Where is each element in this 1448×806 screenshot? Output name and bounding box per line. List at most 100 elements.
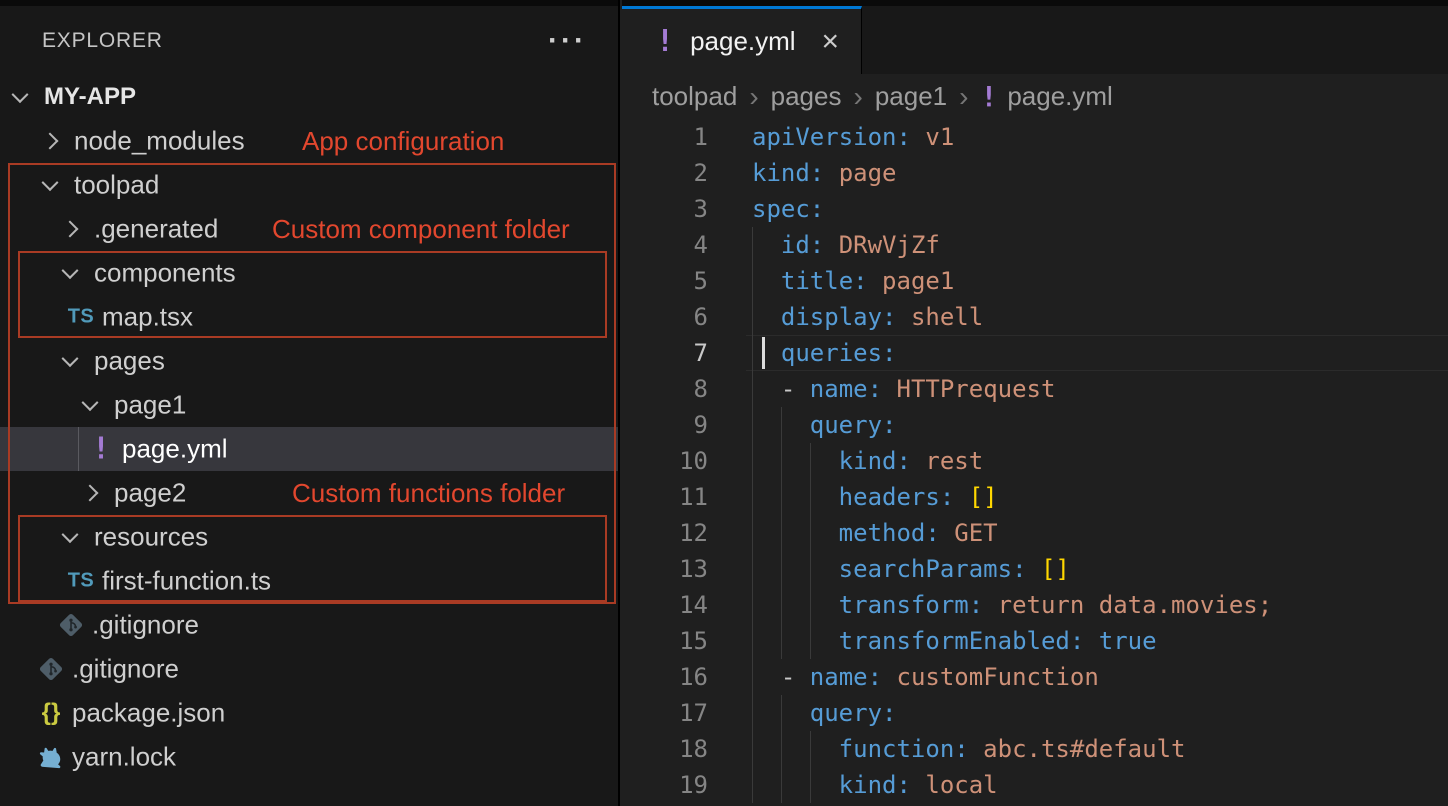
line-number-11: 11 [622, 479, 708, 515]
code-token: customFunction [897, 663, 1099, 691]
chevron-down-icon[interactable] [82, 394, 99, 411]
indent-guide [752, 227, 781, 263]
git-icon [36, 656, 66, 682]
code-token: display: [781, 303, 897, 331]
tree-item-package-json[interactable]: {}package.json [0, 691, 618, 735]
code-line-18[interactable]: function: abc.ts#default [752, 731, 1448, 767]
code-line-17[interactable]: query: [752, 695, 1448, 731]
close-icon[interactable]: × [821, 27, 839, 57]
tree-item-label: resources [94, 522, 208, 553]
indent-guide [752, 371, 781, 407]
code-token: local [925, 771, 997, 799]
indent-guide [752, 335, 781, 371]
code-line-5[interactable]: title: page1 [752, 263, 1448, 299]
code-line-13[interactable]: searchParams: [] [752, 551, 1448, 587]
code-token: name: [810, 375, 882, 403]
code-token: spec: [752, 195, 824, 223]
indent-guide [810, 731, 839, 767]
indent-guide [752, 407, 781, 443]
ellipsis-icon[interactable]: ··· [548, 24, 587, 58]
code-editor[interactable]: 12345678910111213141516171819 apiVersion… [622, 119, 1448, 806]
code-token: kind: [839, 771, 911, 799]
tree-item-my-app[interactable]: MY-APP [0, 75, 618, 119]
chevron-down-icon[interactable] [62, 262, 79, 279]
tree-item--gitignore[interactable]: .gitignore [0, 603, 618, 647]
code-line-4[interactable]: id: DRwVjZf [752, 227, 1448, 263]
line-number-16: 16 [622, 659, 708, 695]
indent-guide [781, 407, 810, 443]
chevron-down-icon[interactable] [42, 174, 59, 191]
code-line-10[interactable]: kind: rest [752, 443, 1448, 479]
code-token [1027, 555, 1041, 583]
tree-item-map-tsx[interactable]: TS map.tsx [0, 295, 618, 339]
tab-bar: ! page.yml × [622, 6, 1448, 74]
code-line-8[interactable]: - name: HTTPrequest [752, 371, 1448, 407]
tree-item--gitignore[interactable]: .gitignore [0, 647, 618, 691]
code-line-15[interactable]: transformEnabled: true [752, 623, 1448, 659]
tree-item-label: node_modules [74, 126, 245, 157]
indent-guide [810, 767, 839, 803]
chevron-right-icon[interactable] [62, 221, 79, 238]
tree-item-page1[interactable]: page1 [0, 383, 618, 427]
indent-guide [752, 515, 781, 551]
code-line-9[interactable]: query: [752, 407, 1448, 443]
breadcrumb-item-page1[interactable]: page1 [875, 81, 947, 112]
chevron-down-icon[interactable] [62, 526, 79, 543]
chevron-right-icon[interactable] [82, 485, 99, 502]
tree-item-toolpad[interactable]: toolpad [0, 163, 618, 207]
code-line-3[interactable]: spec: [752, 191, 1448, 227]
code-line-6[interactable]: display: shell [752, 299, 1448, 335]
code-token [983, 591, 997, 619]
line-number-13: 13 [622, 551, 708, 587]
indent-guide [810, 515, 839, 551]
breadcrumb-item-page-yml[interactable]: !page.yml [980, 80, 1112, 113]
code-line-11[interactable]: headers: [] [752, 479, 1448, 515]
code-token [824, 231, 838, 259]
code-token: v1 [925, 123, 954, 151]
tree-item-resources[interactable]: resources [0, 515, 618, 559]
breadcrumb-separator: › [959, 81, 968, 113]
code-line-1[interactable]: apiVersion: v1 [752, 119, 1448, 155]
tab-page-yml[interactable]: ! page.yml × [622, 6, 862, 74]
indent-guide [810, 479, 839, 515]
tree-item-yarn-lock[interactable]: yarn.lock [0, 735, 618, 779]
code-token: headers: [839, 483, 955, 511]
chevron-down-icon[interactable] [62, 350, 79, 367]
tree-item-label: .generated [94, 214, 218, 245]
code-token: method: [839, 519, 940, 547]
text-cursor [762, 337, 765, 369]
code-line-19[interactable]: kind: local [752, 767, 1448, 803]
line-number-8: 8 [622, 371, 708, 407]
code-line-16[interactable]: - name: customFunction [752, 659, 1448, 695]
git-icon [56, 612, 86, 638]
tree-item-label: pages [94, 346, 165, 377]
tree-item-pages[interactable]: pages [0, 339, 618, 383]
indent-guide [752, 263, 781, 299]
code-line-14[interactable]: transform: return data.movies; [752, 587, 1448, 623]
breadcrumb-item-pages[interactable]: pages [771, 81, 842, 112]
tree-item-first-function-ts[interactable]: TSfirst-function.ts [0, 559, 618, 603]
breadcrumb-item-toolpad[interactable]: toolpad [652, 81, 737, 112]
ts-icon: TS [66, 306, 96, 329]
chevron-right-icon[interactable] [42, 133, 59, 150]
code-line-2[interactable]: kind: page [752, 155, 1448, 191]
code-token: name: [810, 663, 882, 691]
indent-guide [752, 767, 781, 803]
annotation-app-configuration: App configuration [302, 126, 504, 157]
code-token: kind: [752, 159, 824, 187]
code-line-7[interactable]: queries: [746, 335, 1448, 371]
tree-item-page-yml[interactable]: !page.yml [0, 427, 618, 471]
line-number-12: 12 [622, 515, 708, 551]
code-token: GET [954, 519, 997, 547]
indent-guide [752, 587, 781, 623]
tree-item-components[interactable]: components [0, 251, 618, 295]
indent-guide [810, 623, 839, 659]
indent-guide [752, 695, 781, 731]
tree-item-label: map.tsx [102, 302, 193, 333]
line-number-14: 14 [622, 587, 708, 623]
explorer-sidebar: EXPLORER ··· MY-APPnode_modulestoolpad.g… [0, 0, 620, 806]
code-token: function: [839, 735, 969, 763]
chevron-down-icon[interactable] [12, 86, 29, 103]
code-line-12[interactable]: method: GET [752, 515, 1448, 551]
code-token [824, 159, 838, 187]
